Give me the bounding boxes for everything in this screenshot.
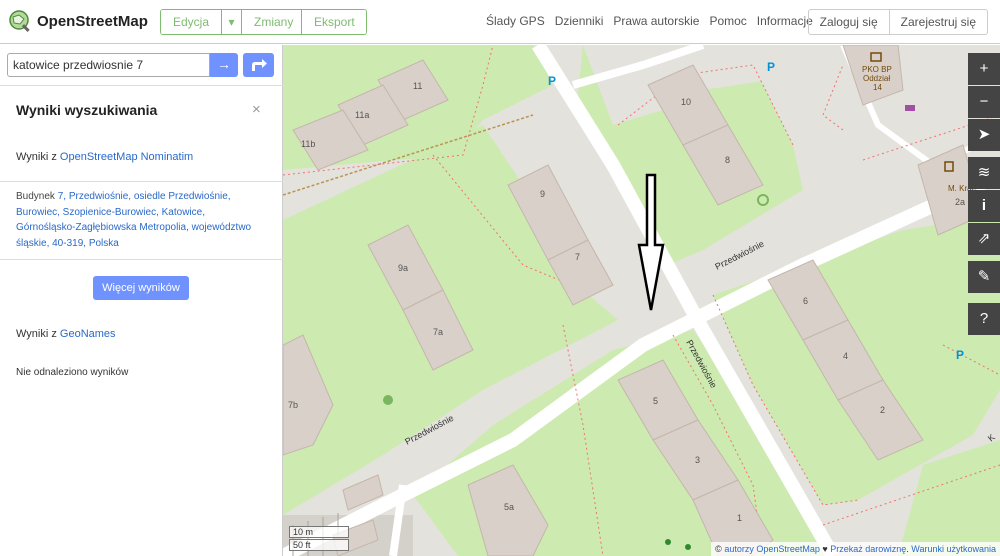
divider	[0, 181, 283, 182]
edit-dropdown-button[interactable]: ▾	[222, 10, 242, 34]
plant-icon	[685, 544, 691, 550]
search-result: Budynek 7, Przedwiośnie, osiedle Przedwi…	[16, 189, 266, 251]
query-features-button[interactable]: ?	[968, 303, 1000, 335]
directions-icon	[252, 59, 267, 71]
building-label: 5	[653, 396, 658, 406]
building-label: 4	[843, 351, 848, 361]
auth-group: Zaloguj się Zarejestruj się	[807, 9, 988, 35]
building-label: 2a	[955, 197, 965, 207]
plant-icon	[665, 539, 671, 545]
layers-button[interactable]: ≋	[968, 157, 1000, 189]
edit-group: Edycja ▾ Zmiany Eksport	[160, 9, 367, 35]
result-type: Budynek	[16, 191, 58, 202]
building-label: 1	[737, 513, 742, 523]
logo-text: OpenStreetMap	[37, 12, 148, 30]
search-submit-button[interactable]: →	[210, 53, 238, 77]
nominatim-prefix: Wyniki z	[16, 151, 60, 163]
nav-help[interactable]: Pomoc	[709, 14, 746, 28]
edit-button[interactable]: Edycja	[161, 10, 222, 34]
scale-imperial: 50 ft	[289, 539, 349, 551]
nav-diaries[interactable]: Dzienniki	[555, 14, 604, 28]
building-label: 11b	[301, 139, 315, 149]
building-label: 7b	[288, 400, 298, 410]
building-label: 9a	[398, 263, 408, 273]
street-label: Przedwiośnie	[713, 239, 765, 272]
map-tiles: 11 11a 11b 9 7 9a 7a 7b 10 8 6 4 2 5 3 1…	[283, 45, 1000, 556]
path	[822, 64, 844, 131]
building-label: 10	[681, 97, 691, 107]
divider	[0, 85, 283, 86]
geonames-source: Wyniki z GeoNames	[16, 328, 116, 340]
add-note-button[interactable]: ✎	[968, 261, 1000, 293]
logo[interactable]: OpenStreetMap	[8, 9, 148, 33]
building-label: 7	[575, 252, 580, 262]
parking-label: P	[767, 60, 775, 74]
divider	[0, 259, 283, 260]
geonames-prefix: Wyniki z	[16, 328, 60, 340]
search-input[interactable]	[7, 53, 210, 77]
sidebar: → Wyniki wyszukiwania × Wyniki z OpenStr…	[0, 45, 283, 556]
nav-copyright[interactable]: Prawa autorskie	[613, 14, 699, 28]
osm-logo-icon	[8, 9, 32, 33]
donate-link[interactable]: Przekaż darowiznę	[830, 544, 906, 554]
more-results-button[interactable]: Więcej wyników	[93, 276, 189, 300]
scale-metric: 10 m	[289, 526, 349, 538]
building-label: 6	[803, 296, 808, 306]
nav-about[interactable]: Informacje	[757, 14, 813, 28]
share-button[interactable]: ⇗	[968, 223, 1000, 255]
parking-label: P	[956, 348, 964, 362]
nominatim-source: Wyniki z OpenStreetMap Nominatim	[16, 151, 193, 163]
map-canvas[interactable]: 11 11a 11b 9 7 9a 7a 7b 10 8 6 4 2 5 3 1…	[283, 45, 1000, 556]
building-label: 3	[695, 455, 700, 465]
signup-button[interactable]: Zarejestruj się	[890, 10, 987, 34]
building-label: 2	[880, 405, 885, 415]
zoom-in-button[interactable]: +	[968, 53, 1000, 85]
copyright-symbol: ©	[715, 544, 725, 554]
poi-label: PKO BP	[862, 65, 892, 74]
no-results-text: Nie odnaleziono wyników	[16, 367, 129, 378]
building-label: 11	[413, 81, 422, 91]
parking-label: P	[548, 74, 556, 88]
export-button[interactable]: Eksport	[302, 10, 366, 34]
nav-gps-traces[interactable]: Ślady GPS	[486, 14, 545, 28]
nominatim-link[interactable]: OpenStreetMap Nominatim	[60, 151, 193, 163]
poi-label: 14	[873, 83, 882, 92]
building-label: 11a	[355, 110, 369, 120]
login-button[interactable]: Zaloguj się	[809, 10, 890, 34]
locate-button[interactable]: ➤	[968, 119, 1000, 151]
map-info-button[interactable]: i	[968, 190, 1000, 222]
history-button[interactable]: Zmiany	[242, 10, 302, 34]
zoom-out-button[interactable]: −	[968, 86, 1000, 118]
search-form: →	[7, 53, 274, 77]
directions-button[interactable]	[243, 53, 274, 77]
main-nav: Ślady GPS Dzienniki Prawa autorskie Pomo…	[476, 14, 813, 28]
geonames-link[interactable]: GeoNames	[60, 328, 116, 340]
tree-marker	[383, 395, 393, 405]
attribution: © autorzy OpenStreetMap ♥ Przekaż darowi…	[711, 542, 1000, 556]
osm-contributors-link[interactable]: autorzy OpenStreetMap	[724, 544, 820, 554]
close-icon[interactable]: ×	[252, 101, 261, 118]
top-header: OpenStreetMap Edycja ▾ Zmiany Eksport Śl…	[0, 0, 1000, 44]
results-title: Wyniki wyszukiwania	[16, 102, 158, 118]
building-label: 5a	[504, 502, 514, 512]
building-label: 8	[725, 155, 730, 165]
building-label: 9	[540, 189, 545, 199]
building-label: 7a	[433, 327, 443, 337]
poi-label: Oddział	[863, 74, 890, 83]
shop-icon	[905, 105, 915, 111]
heart-icon: ♥	[819, 544, 831, 554]
terms-link[interactable]: Warunki użytkowania	[911, 544, 996, 554]
